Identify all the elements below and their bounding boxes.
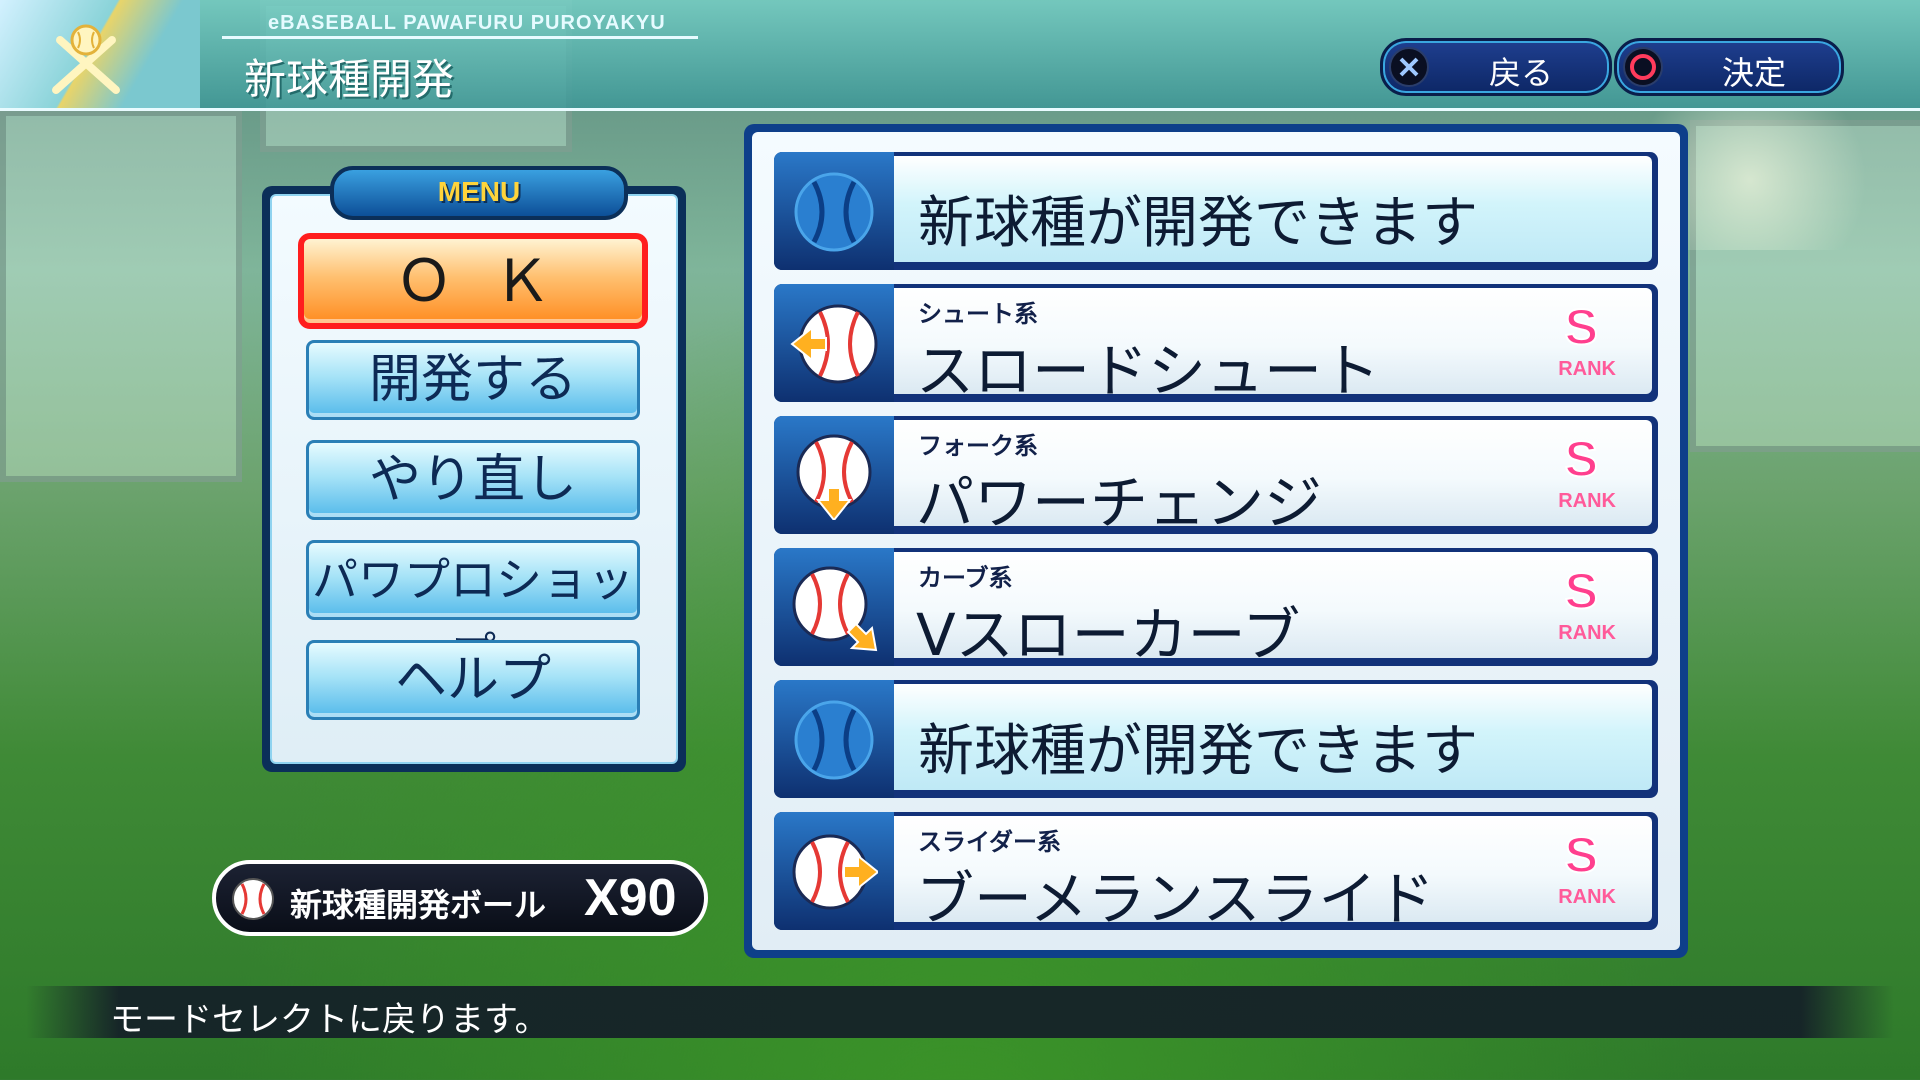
- help-button[interactable]: ヘルプ: [306, 640, 640, 720]
- slider-ball-icon: [792, 834, 878, 910]
- crossed-bats-icon: [52, 24, 120, 94]
- circle-button-icon: [1623, 47, 1663, 87]
- pitch-name: ブーメランスライド: [916, 865, 1435, 933]
- ball-counter: 新球種開発ボール X90: [212, 860, 708, 936]
- confirm-label: 決定: [1721, 54, 1786, 92]
- shoot-ball-icon: [790, 304, 878, 384]
- rank-label: RANK: [1558, 886, 1616, 908]
- logo-block: [0, 0, 200, 108]
- ok-button[interactable]: ＯＫ: [298, 233, 648, 329]
- status-bar: モードセレクトに戻ります。: [26, 986, 1894, 1040]
- pitch-name: スロードシュート: [916, 337, 1381, 405]
- pitch-name: パワーチェンジ: [916, 469, 1323, 537]
- empty-slot-label: 新球種が開発できます: [918, 719, 1478, 784]
- rank-letter: S: [1564, 826, 1599, 884]
- ball-counter-count: X90: [584, 869, 677, 927]
- rank-label: RANK: [1558, 622, 1616, 644]
- back-button[interactable]: 戻る: [1380, 38, 1612, 96]
- pitch-slot-empty[interactable]: 新球種が開発できます: [774, 680, 1658, 798]
- pitch-row-shoot[interactable]: シュート系 スロードシュート S RANK: [774, 284, 1658, 405]
- status-message: モードセレクトに戻ります。: [110, 1000, 549, 1040]
- pitch-row-curve[interactable]: カーブ系 Vスローカーブ S RANK: [774, 548, 1658, 669]
- back-label: 戻る: [1488, 54, 1553, 92]
- page-title: 新球種開発: [244, 55, 455, 104]
- empty-ball-icon: [794, 172, 874, 252]
- ball-counter-label: 新球種開発ボール: [290, 886, 547, 924]
- rank-label: RANK: [1558, 358, 1616, 380]
- pitch-name: Vスローカーブ: [916, 601, 1301, 669]
- shop-button[interactable]: パワプロショップ: [306, 540, 640, 681]
- rank-letter: S: [1564, 562, 1599, 620]
- pitch-row-slider[interactable]: スライダー系 ブーメランスライド S RANK: [774, 812, 1658, 933]
- header-divider: [222, 36, 698, 39]
- cross-button-icon: [1389, 47, 1429, 87]
- confirm-button[interactable]: 決定: [1614, 38, 1844, 96]
- pitch-row-fork[interactable]: フォーク系 パワーチェンジ S RANK: [774, 416, 1658, 537]
- curve-ball-icon: [792, 566, 878, 652]
- header-subtitle: eBASEBALL PAWAFURU PUROYAKYU: [268, 12, 666, 34]
- rank-letter: S: [1564, 430, 1599, 488]
- rank-letter: S: [1564, 298, 1599, 356]
- menu-tab: MENU: [330, 166, 628, 220]
- rank-label: RANK: [1558, 490, 1616, 512]
- baseball-icon: [232, 878, 274, 920]
- retry-button[interactable]: やり直し: [306, 440, 640, 520]
- empty-ball-icon: [794, 700, 874, 780]
- empty-slot-label: 新球種が開発できます: [918, 191, 1478, 256]
- fork-ball-icon: [796, 434, 872, 520]
- pitch-slot-empty[interactable]: 新球種が開発できます: [774, 152, 1658, 270]
- develop-button[interactable]: 開発する: [306, 340, 640, 420]
